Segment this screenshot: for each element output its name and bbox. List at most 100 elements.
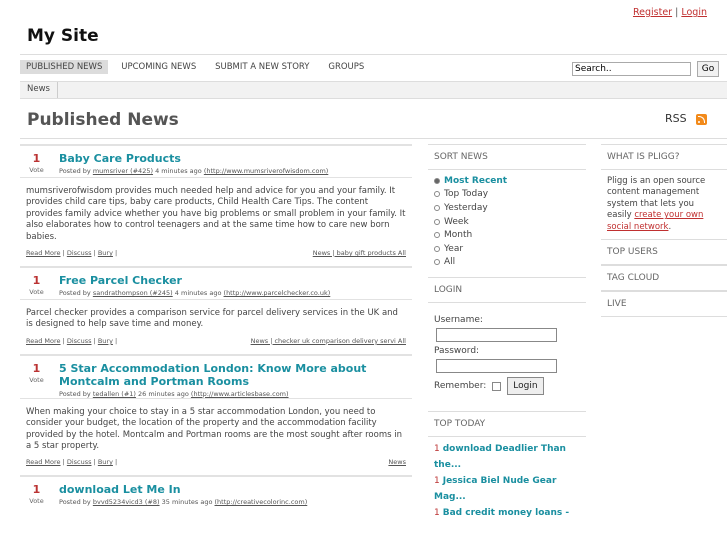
radio-icon[interactable] [434, 191, 440, 198]
story-item: 1 Vote Free Parcel Checker Posted by san… [20, 266, 412, 354]
story-time: 26 minutes ago [138, 389, 189, 398]
vote-box[interactable]: 1 Vote [20, 152, 53, 174]
story-list: 1 Vote Baby Care Products Posted by mums… [20, 144, 412, 508]
top-today-item[interactable]: 1 Jessica Biel Nude Gear Mag... [434, 473, 580, 505]
story-meta: Posted by tedallen (#1) 26 minutes ago (… [59, 390, 412, 398]
search-go-button[interactable]: Go [697, 61, 719, 77]
story-tags[interactable]: News | checker uk comparison delivery se… [251, 337, 406, 345]
read-more-link[interactable]: Read More [26, 458, 61, 466]
vote-box[interactable]: 1 Vote [20, 274, 53, 296]
site-title[interactable]: My Site [27, 26, 99, 46]
breadcrumb: News [20, 81, 727, 99]
page-title: Published News [27, 110, 179, 130]
top-today-item[interactable]: 1 Bad credit money loans - [434, 505, 580, 521]
bury-link[interactable]: Bury [98, 249, 113, 257]
story-title[interactable]: Baby Care Products [59, 152, 412, 165]
vote-label[interactable]: Vote [20, 288, 53, 296]
sort-news-list: Most Recent Top Today Yesterday Week Mon… [428, 170, 586, 277]
sort-option-year[interactable]: Year [434, 242, 580, 256]
what-is-pligg-heading: WHAT IS PLIGG? [601, 144, 727, 170]
rss-icon[interactable] [696, 114, 707, 125]
register-link[interactable]: Register [633, 7, 672, 18]
sort-option-most-recent[interactable]: Most Recent [434, 174, 580, 188]
password-label: Password: [434, 346, 480, 357]
story-time: 4 minutes ago [155, 167, 202, 175]
login-form: Username: Password: Remember: Login [428, 303, 586, 403]
sort-option-all[interactable]: All [434, 256, 580, 270]
story-url-link[interactable]: (http://www.mumsriverofwisdom.com) [204, 167, 328, 175]
vote-box[interactable]: 1 Vote [20, 483, 53, 505]
top-users-heading[interactable]: TOP USERS [601, 239, 727, 266]
password-field[interactable] [436, 359, 557, 374]
read-more-link[interactable]: Read More [26, 337, 61, 345]
nav-published-news[interactable]: PUBLISHED NEWS [20, 60, 109, 74]
top-today-item[interactable]: 1 download Deadlier Than the... [434, 441, 580, 473]
posted-by-label: Posted by [59, 498, 91, 507]
vote-count: 1 [32, 152, 41, 165]
radio-icon[interactable] [434, 218, 440, 225]
posted-by-label: Posted by [59, 389, 91, 398]
story-author-link[interactable]: mumsriver (#425) [93, 167, 153, 175]
story-url-link[interactable]: (http://www.articlesbase.com) [191, 390, 289, 398]
story-item: 1 Vote download Let Me In Posted by bvvd… [20, 475, 412, 508]
radio-icon[interactable] [434, 232, 440, 239]
vote-box[interactable]: 1 Vote [20, 362, 53, 384]
vote-label[interactable]: Vote [20, 497, 53, 505]
discuss-link[interactable]: Discuss [67, 458, 92, 466]
login-button[interactable]: Login [507, 377, 544, 396]
radio-icon[interactable] [434, 259, 440, 266]
sort-option-week[interactable]: Week [434, 215, 580, 229]
bury-link[interactable]: Bury [98, 458, 113, 466]
search-input[interactable] [572, 62, 691, 76]
story-title[interactable]: 5 Star Accommodation London: Know More a… [59, 362, 412, 388]
story-author-link[interactable]: tedallen (#1) [93, 390, 136, 398]
story-description: mumsriverofwisdom provides much needed h… [20, 177, 412, 243]
story-url-link[interactable]: (http://www.parcelchecker.co.uk) [224, 289, 331, 297]
sort-news-heading: SORT NEWS [428, 144, 586, 170]
story-tags[interactable]: News [388, 458, 406, 466]
vote-label[interactable]: Vote [20, 376, 53, 384]
discuss-link[interactable]: Discuss [67, 337, 92, 345]
title-divider [20, 138, 727, 139]
story-url-link[interactable]: (http://creativecolorinc.com) [215, 498, 308, 506]
story-description: Parcel checker provides a comparison ser… [20, 299, 412, 331]
story-meta: Posted by sandrathompson (#245) 4 minute… [59, 289, 412, 297]
sort-option-month[interactable]: Month [434, 228, 580, 242]
discuss-link[interactable]: Discuss [67, 249, 92, 257]
nav-submit-story[interactable]: SUBMIT A NEW STORY [209, 60, 315, 74]
read-more-link[interactable]: Read More [26, 249, 61, 257]
story-time: 4 minutes ago [174, 289, 222, 298]
bury-link[interactable]: Bury [98, 337, 113, 345]
rss-link[interactable]: RSS [665, 112, 687, 125]
radio-icon[interactable] [434, 204, 440, 211]
top-today-heading: TOP TODAY [428, 411, 586, 438]
story-links: Read More | Discuss | Bury | News [26, 458, 406, 467]
story-description: When making your choice to stay in a 5 s… [20, 397, 412, 453]
nav-groups[interactable]: GROUPS [322, 60, 370, 74]
story-author-link[interactable]: sandrathompson (#245) [93, 289, 173, 297]
nav-upcoming-news[interactable]: UPCOMING NEWS [115, 60, 202, 74]
tag-cloud-heading[interactable]: TAG CLOUD [601, 265, 727, 292]
breadcrumb-news[interactable]: News [20, 82, 58, 98]
sort-option-top-today[interactable]: Top Today [434, 188, 580, 202]
story-title[interactable]: download Let Me In [59, 483, 412, 496]
posted-by-label: Posted by [59, 167, 91, 175]
login-link[interactable]: Login [681, 7, 707, 18]
radio-selected-icon[interactable] [434, 177, 440, 184]
story-links: Read More | Discuss | Bury | News | baby… [26, 249, 406, 258]
live-heading[interactable]: LIVE [601, 291, 727, 318]
posted-by-label: Posted by [59, 289, 91, 298]
radio-icon[interactable] [434, 245, 440, 252]
story-title[interactable]: Free Parcel Checker [59, 274, 412, 287]
story-item: 1 Vote Baby Care Products Posted by mums… [20, 144, 412, 266]
story-meta: Posted by mumsriver (#425) 4 minutes ago… [59, 167, 412, 175]
remember-checkbox[interactable] [492, 381, 502, 391]
what-is-pligg-text: Pligg is an open source content manageme… [607, 176, 706, 232]
sort-option-yesterday[interactable]: Yesterday [434, 201, 580, 215]
vote-label[interactable]: Vote [20, 166, 53, 174]
vote-count: 1 [32, 361, 41, 375]
username-field[interactable] [436, 328, 557, 343]
story-tags[interactable]: News | baby gift products All [313, 249, 406, 257]
middle-sidebar: SORT NEWS Most Recent Top Today Yesterda… [428, 144, 586, 525]
story-author-link[interactable]: bvvd5234vicd3 (#8) [93, 498, 160, 506]
